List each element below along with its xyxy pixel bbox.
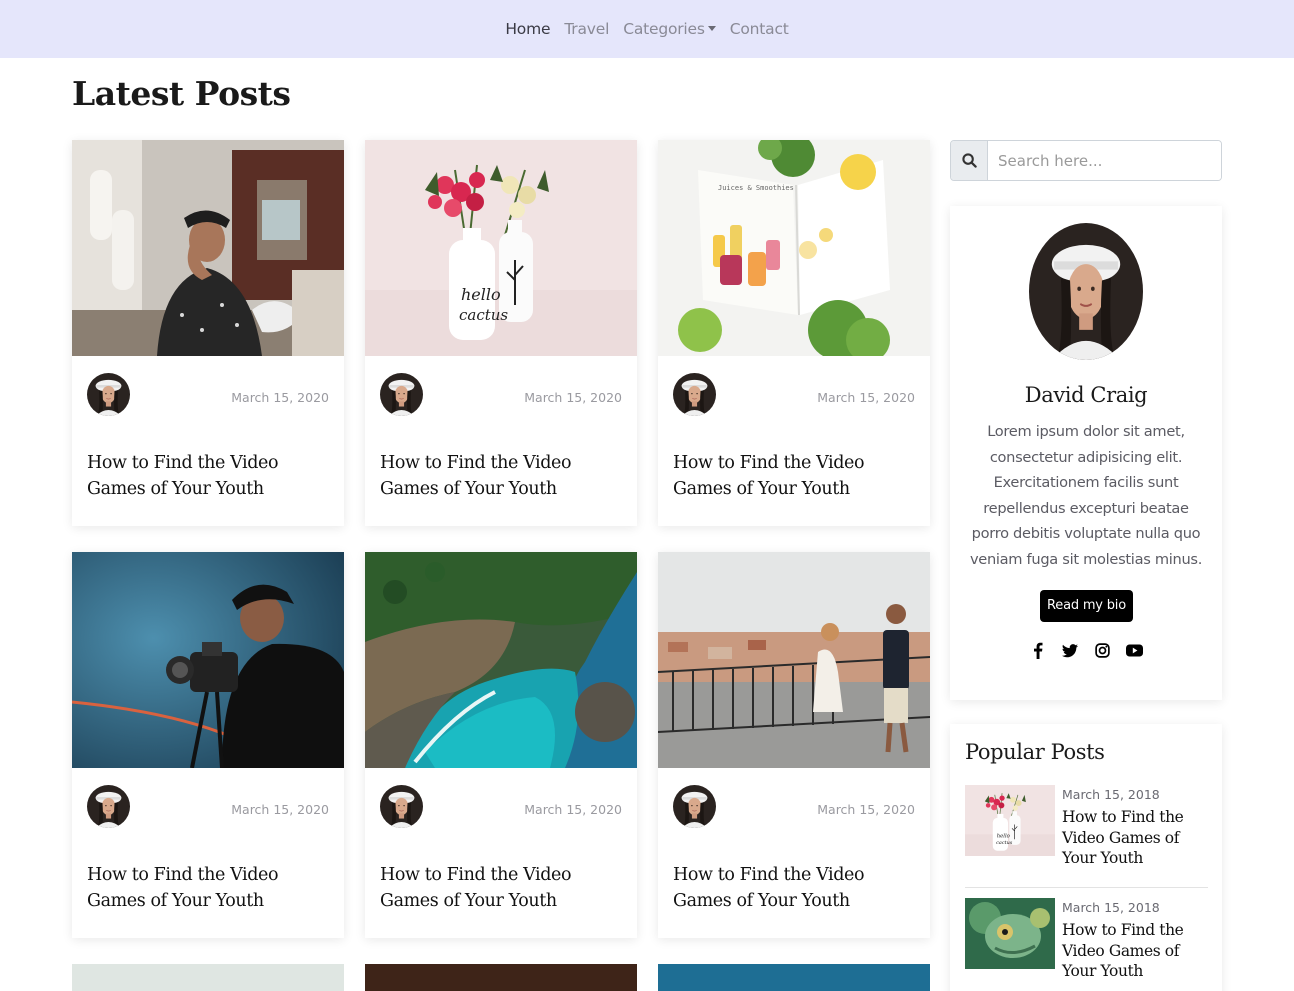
read-bio-button[interactable]: Read my bio bbox=[1040, 590, 1133, 622]
post-date: March 15, 2020 bbox=[817, 390, 915, 405]
post-title[interactable]: How to Find the Video Games of Your Yout… bbox=[87, 862, 337, 914]
post-title[interactable]: How to Find the Video Games of Your Yout… bbox=[380, 450, 630, 502]
popular-post-title[interactable]: How to Find the Video Games of Your Yout… bbox=[1062, 920, 1208, 982]
instagram-icon[interactable] bbox=[1094, 642, 1111, 659]
author-avatar bbox=[380, 785, 423, 828]
post-card[interactable]: March 15, 2020 How to Find the Video Gam… bbox=[365, 140, 637, 526]
author-photo bbox=[1029, 223, 1143, 360]
nav-travel-link[interactable]: Travel bbox=[564, 20, 609, 38]
post-image-cameraman[interactable] bbox=[72, 552, 344, 768]
post-image-flowers-in-vases[interactable] bbox=[365, 140, 637, 356]
caret-down-icon bbox=[707, 26, 716, 31]
popular-post-title[interactable]: How to Find the Video Games of Your Yout… bbox=[1062, 807, 1208, 869]
post-title[interactable]: How to Find the Video Games of Your Yout… bbox=[380, 862, 630, 914]
post-date: March 15, 2020 bbox=[817, 802, 915, 817]
post-card[interactable]: Juices & Smoothies March 15, 2020 How to… bbox=[658, 140, 930, 526]
youtube-icon[interactable] bbox=[1125, 642, 1143, 659]
facebook-icon[interactable] bbox=[1030, 642, 1047, 659]
post-card[interactable]: March 15, 2020 How to Find the Video Gam… bbox=[365, 552, 637, 938]
nav-categories-label: Categories bbox=[623, 20, 705, 38]
post-card[interactable]: March 15, 2020 How to Find the Video Gam… bbox=[72, 140, 344, 526]
author-avatar bbox=[87, 785, 130, 828]
popular-posts-card: Popular Posts March 15, 2018 How to Find… bbox=[950, 724, 1222, 991]
popular-posts-title: Popular Posts bbox=[965, 740, 1105, 764]
author-avatar bbox=[673, 373, 716, 416]
social-links bbox=[950, 642, 1222, 659]
popular-post-thumb-chameleon[interactable] bbox=[965, 898, 1055, 969]
popular-post-date: March 15, 2018 bbox=[1062, 900, 1160, 915]
post-image-couple-on-balcony[interactable] bbox=[658, 552, 930, 768]
author-avatar bbox=[87, 373, 130, 416]
search-icon[interactable] bbox=[951, 141, 988, 180]
post-title[interactable]: How to Find the Video Games of Your Yout… bbox=[673, 450, 923, 502]
page-title: Latest Posts bbox=[72, 74, 291, 113]
divider bbox=[965, 887, 1208, 888]
search-input[interactable] bbox=[988, 141, 1221, 180]
author-avatar bbox=[673, 785, 716, 828]
nav-links: Home Travel Categories Contact bbox=[505, 20, 789, 38]
svg-text:Juices & Smoothies: Juices & Smoothies bbox=[718, 184, 794, 192]
post-date: March 15, 2020 bbox=[524, 390, 622, 405]
author-bio-card: David Craig Lorem ipsum dolor sit amet, … bbox=[950, 206, 1222, 700]
author-avatar bbox=[380, 373, 423, 416]
author-name: David Craig bbox=[1024, 383, 1148, 407]
popular-post-thumb-flowers[interactable] bbox=[965, 785, 1055, 856]
search-bar bbox=[950, 140, 1222, 181]
post-card-partial[interactable] bbox=[658, 964, 930, 991]
nav-contact-link[interactable]: Contact bbox=[730, 20, 789, 38]
post-title[interactable]: How to Find the Video Games of Your Yout… bbox=[673, 862, 923, 914]
post-card-partial[interactable] bbox=[365, 964, 637, 991]
post-image-coastal-cove[interactable] bbox=[365, 552, 637, 768]
popular-post-date: March 15, 2018 bbox=[1062, 787, 1160, 802]
post-date: March 15, 2020 bbox=[524, 802, 622, 817]
post-card[interactable]: March 15, 2020 How to Find the Video Gam… bbox=[72, 552, 344, 938]
twitter-icon[interactable] bbox=[1062, 642, 1079, 659]
post-date: March 15, 2020 bbox=[231, 802, 329, 817]
post-image-book-with-smoothies[interactable]: Juices & Smoothies bbox=[658, 140, 930, 356]
post-card-partial[interactable] bbox=[72, 964, 344, 991]
post-title[interactable]: How to Find the Video Games of Your Yout… bbox=[87, 450, 337, 502]
nav-home-link[interactable]: Home bbox=[505, 20, 550, 38]
author-bio-text: Lorem ipsum dolor sit amet, consectetur … bbox=[969, 423, 1203, 568]
nav-categories-dropdown[interactable]: Categories bbox=[623, 20, 716, 38]
post-card[interactable]: March 15, 2020 How to Find the Video Gam… bbox=[658, 552, 930, 938]
post-date: March 15, 2020 bbox=[231, 390, 329, 405]
post-image-man-in-airplane[interactable] bbox=[72, 140, 344, 356]
top-navbar: Home Travel Categories Contact bbox=[0, 0, 1294, 58]
